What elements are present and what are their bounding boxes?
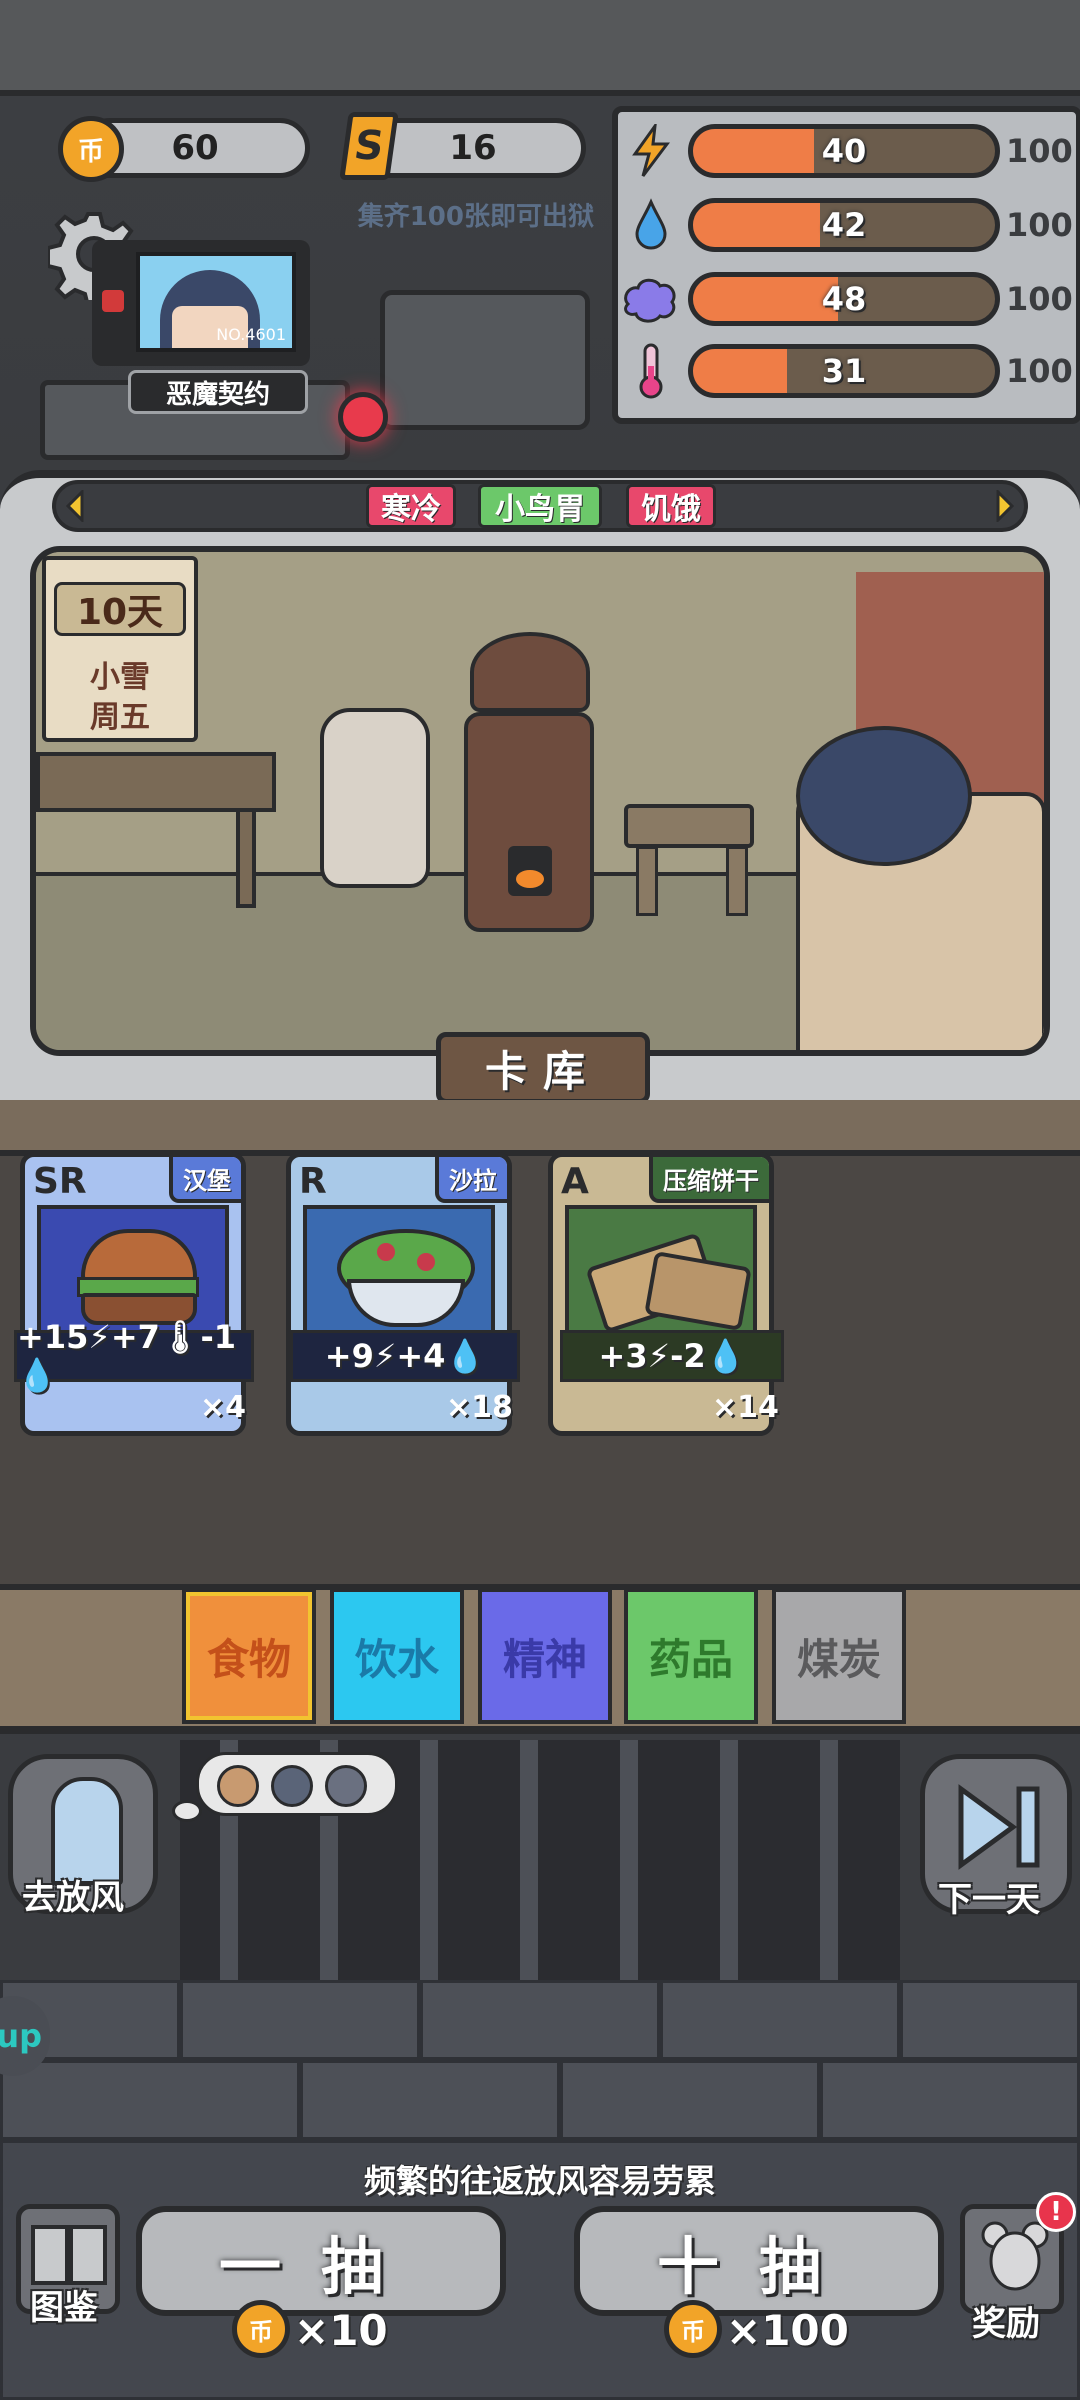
water-max: 100 (1006, 206, 1073, 244)
status-tag-hungry[interactable]: 饥饿 (626, 484, 716, 528)
card-tray-edge (0, 1100, 1080, 1156)
floor-brick (420, 1980, 660, 2060)
category-tab-food[interactable]: 食物 (182, 1588, 316, 1724)
ten-draw-coin-icon: 币 (664, 2300, 722, 2358)
energy-icon (626, 124, 676, 178)
thermometer-icon (626, 343, 676, 399)
mind-bar: 48 (688, 272, 1000, 326)
coin-icon: 币 (58, 116, 124, 182)
ten-draw-cost: ×100 (726, 2305, 849, 2355)
single-draw-cost: ×10 (294, 2305, 388, 2355)
floor-brick (560, 2060, 820, 2140)
book-icon (31, 2225, 107, 2285)
ten-draw-label: 十抽 (656, 2230, 861, 2303)
special-card-value: 16 (449, 128, 497, 168)
reward-label: 奖励 (972, 2304, 1040, 2344)
reward-badge: ! (1036, 2192, 1076, 2232)
floor-brick (820, 2060, 1080, 2140)
wooden-shelf (36, 752, 276, 812)
calendar-day: 10天 (54, 582, 186, 636)
temperature-value: 31 (821, 352, 867, 390)
mouse-icon (981, 2221, 1049, 2291)
mind-max: 100 (1006, 280, 1073, 318)
coin-icon-label: 币 (77, 136, 104, 167)
card-rank: A (561, 1161, 589, 1202)
card-name: 汉堡 (169, 1157, 241, 1203)
special-card-icon-label: S (351, 123, 387, 169)
tags-left-arrow-icon[interactable] (60, 484, 90, 528)
burger-icon (37, 1205, 229, 1335)
card-effect-salad: +9⚡+4💧 (290, 1330, 520, 1382)
card-count-burger: ×4 (200, 1390, 247, 1425)
coin-icon-label: 币 (681, 2317, 705, 2346)
floor-brick (900, 1980, 1080, 2060)
stool[interactable] (624, 804, 754, 848)
roof-plank (550, 0, 744, 96)
biscuit-icon (565, 1205, 757, 1335)
single-draw-coin-icon: 币 (232, 2300, 290, 2358)
energy-value: 40 (821, 132, 867, 170)
card-count-salad: ×18 (446, 1390, 513, 1425)
door-icon (51, 1777, 123, 1885)
guards-thought-bubble (196, 1752, 398, 1816)
category-tab-coal[interactable]: 煤炭 (772, 1588, 906, 1724)
tags-right-arrow-icon[interactable] (990, 484, 1020, 528)
energy-bar: 40 (688, 124, 1000, 178)
hint-text: 频繁的往返放风容易劳累 (363, 2162, 716, 2200)
water-value: 42 (821, 206, 867, 244)
next-day-label: 下一天 (938, 1880, 1040, 1920)
calendar-weekday: 周五 (90, 700, 150, 735)
single-draw-label: 一抽 (218, 2230, 423, 2303)
devil-contract-button[interactable]: 恶魔契约 (128, 370, 308, 414)
floor-brick (660, 1980, 900, 2060)
avatar-monitor[interactable]: NO.4601 (92, 240, 310, 366)
roof-plank (740, 0, 914, 96)
roof-plank (370, 0, 554, 96)
coin-icon-label: 币 (249, 2317, 273, 2346)
card-rank: R (299, 1161, 327, 1202)
card-name: 压缩饼干 (649, 1157, 769, 1203)
machinery (380, 290, 590, 430)
catalog-label: 图鉴 (30, 2288, 98, 2328)
temperature-bar: 31 (688, 344, 1000, 398)
skip-forward-icon (958, 1784, 1040, 1870)
alarm-light (338, 392, 388, 442)
calendar-weather: 小雪 (90, 660, 150, 695)
category-tab-mind[interactable]: 精神 (478, 1588, 612, 1724)
floor-brick (0, 2060, 300, 2140)
brain-icon (620, 272, 680, 326)
water-bar: 42 (688, 198, 1000, 252)
calendar[interactable]: 10天 小雪 周五 (42, 556, 198, 742)
status-tag-small-appetite[interactable]: 小鸟胃 (478, 484, 602, 528)
category-tab-medicine[interactable]: 药品 (624, 1588, 758, 1724)
salad-icon (303, 1205, 495, 1335)
card-effect-biscuit: +3⚡-2💧 (560, 1330, 784, 1382)
card-effect-burger: +15⚡+7🌡-1💧 (14, 1318, 254, 1394)
prisoner-number: NO.4601 (216, 325, 286, 344)
floor-brick (180, 1980, 420, 2060)
roof-plank (180, 0, 374, 96)
category-tab-water[interactable]: 饮水 (330, 1588, 464, 1724)
temperature-max: 100 (1006, 352, 1073, 390)
card-count-biscuit: ×14 (712, 1390, 779, 1425)
toilet[interactable] (320, 708, 430, 888)
sleeping-prisoner[interactable] (796, 726, 972, 866)
card-name: 沙拉 (435, 1157, 507, 1203)
bubble-tail (172, 1800, 202, 1822)
coal-stove[interactable] (464, 712, 594, 932)
mind-value: 48 (821, 280, 867, 318)
status-tag-cold[interactable]: 寒冷 (366, 484, 456, 528)
special-card-icon: S (339, 112, 399, 180)
collect-hint: 集齐100张即可出狱 (357, 202, 594, 232)
avatar: NO.4601 (136, 252, 296, 352)
coin-value: 60 (171, 128, 219, 168)
card-rank: SR (33, 1161, 87, 1202)
card-library-title: 卡库 (436, 1032, 650, 1104)
water-drop-icon (626, 198, 676, 252)
floor-brick (300, 2060, 560, 2140)
go-out-label: 去放风 (22, 1878, 124, 1918)
roof-plank (0, 0, 184, 96)
roof-plank (910, 0, 1080, 96)
energy-max: 100 (1006, 132, 1073, 170)
